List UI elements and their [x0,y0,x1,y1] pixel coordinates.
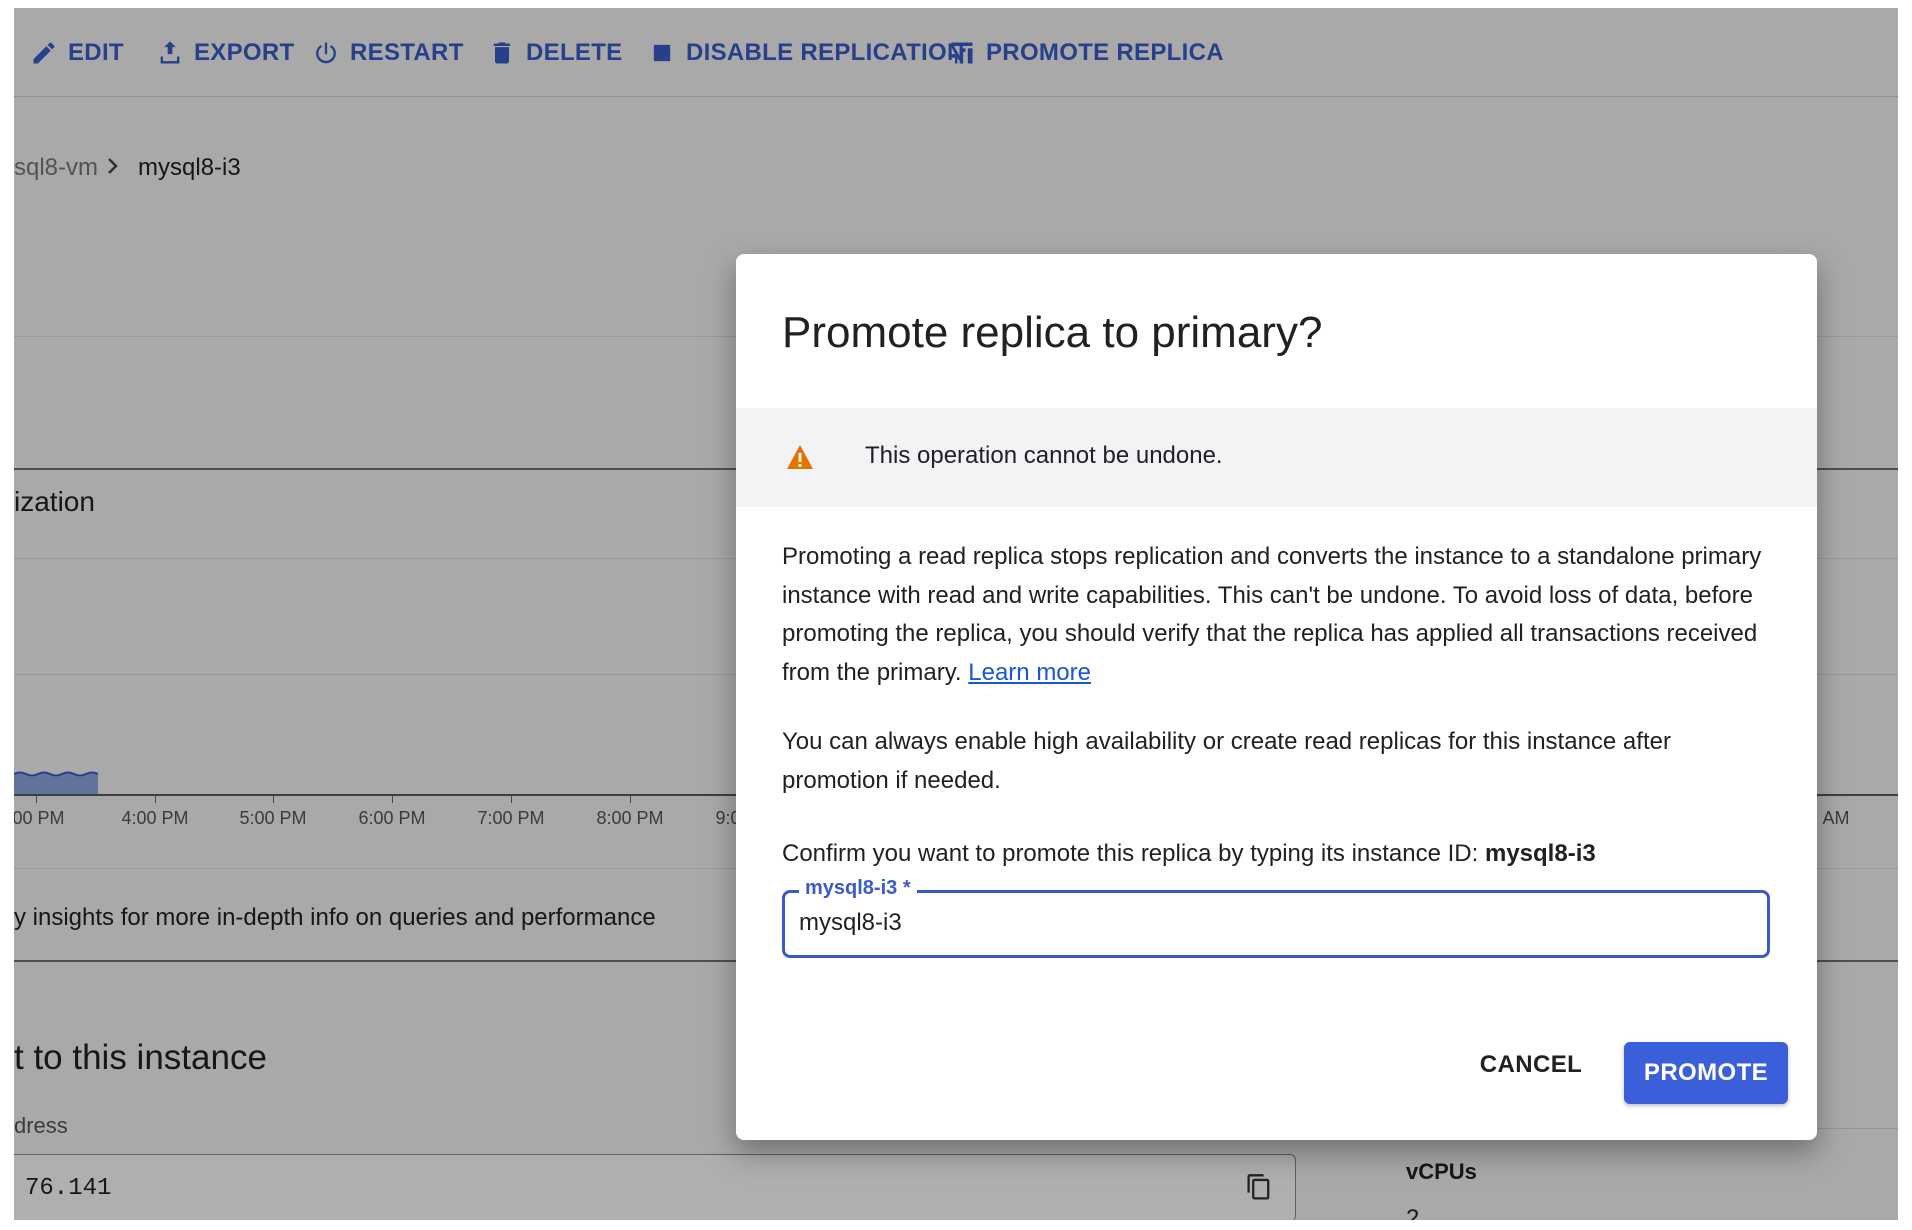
body-text-2: You can always enable high availability … [782,728,1671,794]
screen: EDIT EXPORT RESTART DELETE DISABLE REPLI… [0,0,1912,1230]
dialog-title: Promote replica to primary? [782,308,1323,357]
dialog-body-paragraph-2: You can always enable high availability … [782,723,1772,800]
confirm-prompt: Confirm you want to promote this replica… [782,840,1479,867]
promote-button[interactable]: PROMOTE [1624,1042,1788,1104]
warning-triangle-icon [787,445,813,469]
body-text-1: Promoting a read replica stops replicati… [782,543,1762,686]
instance-id: mysql8-i3 [1484,840,1596,867]
learn-more-link[interactable]: Learn more [968,659,1091,686]
instance-id-input[interactable] [799,903,1749,943]
cancel-button[interactable]: CANCEL [1471,1040,1591,1090]
dialog-body-paragraph-1: Promoting a read replica stops replicati… [782,538,1772,692]
instance-id-input-label: mysql8-i3 * [799,877,917,900]
confirm-instruction: Confirm you want to promote this replica… [782,840,1596,868]
promote-replica-dialog: Promote replica to primary? This operati… [736,254,1817,1140]
warning-text: This operation cannot be undone. [865,442,1223,469]
instance-id-input-field: mysql8-i3 * [782,877,1770,958]
warning-banner: This operation cannot be undone. [736,408,1817,507]
